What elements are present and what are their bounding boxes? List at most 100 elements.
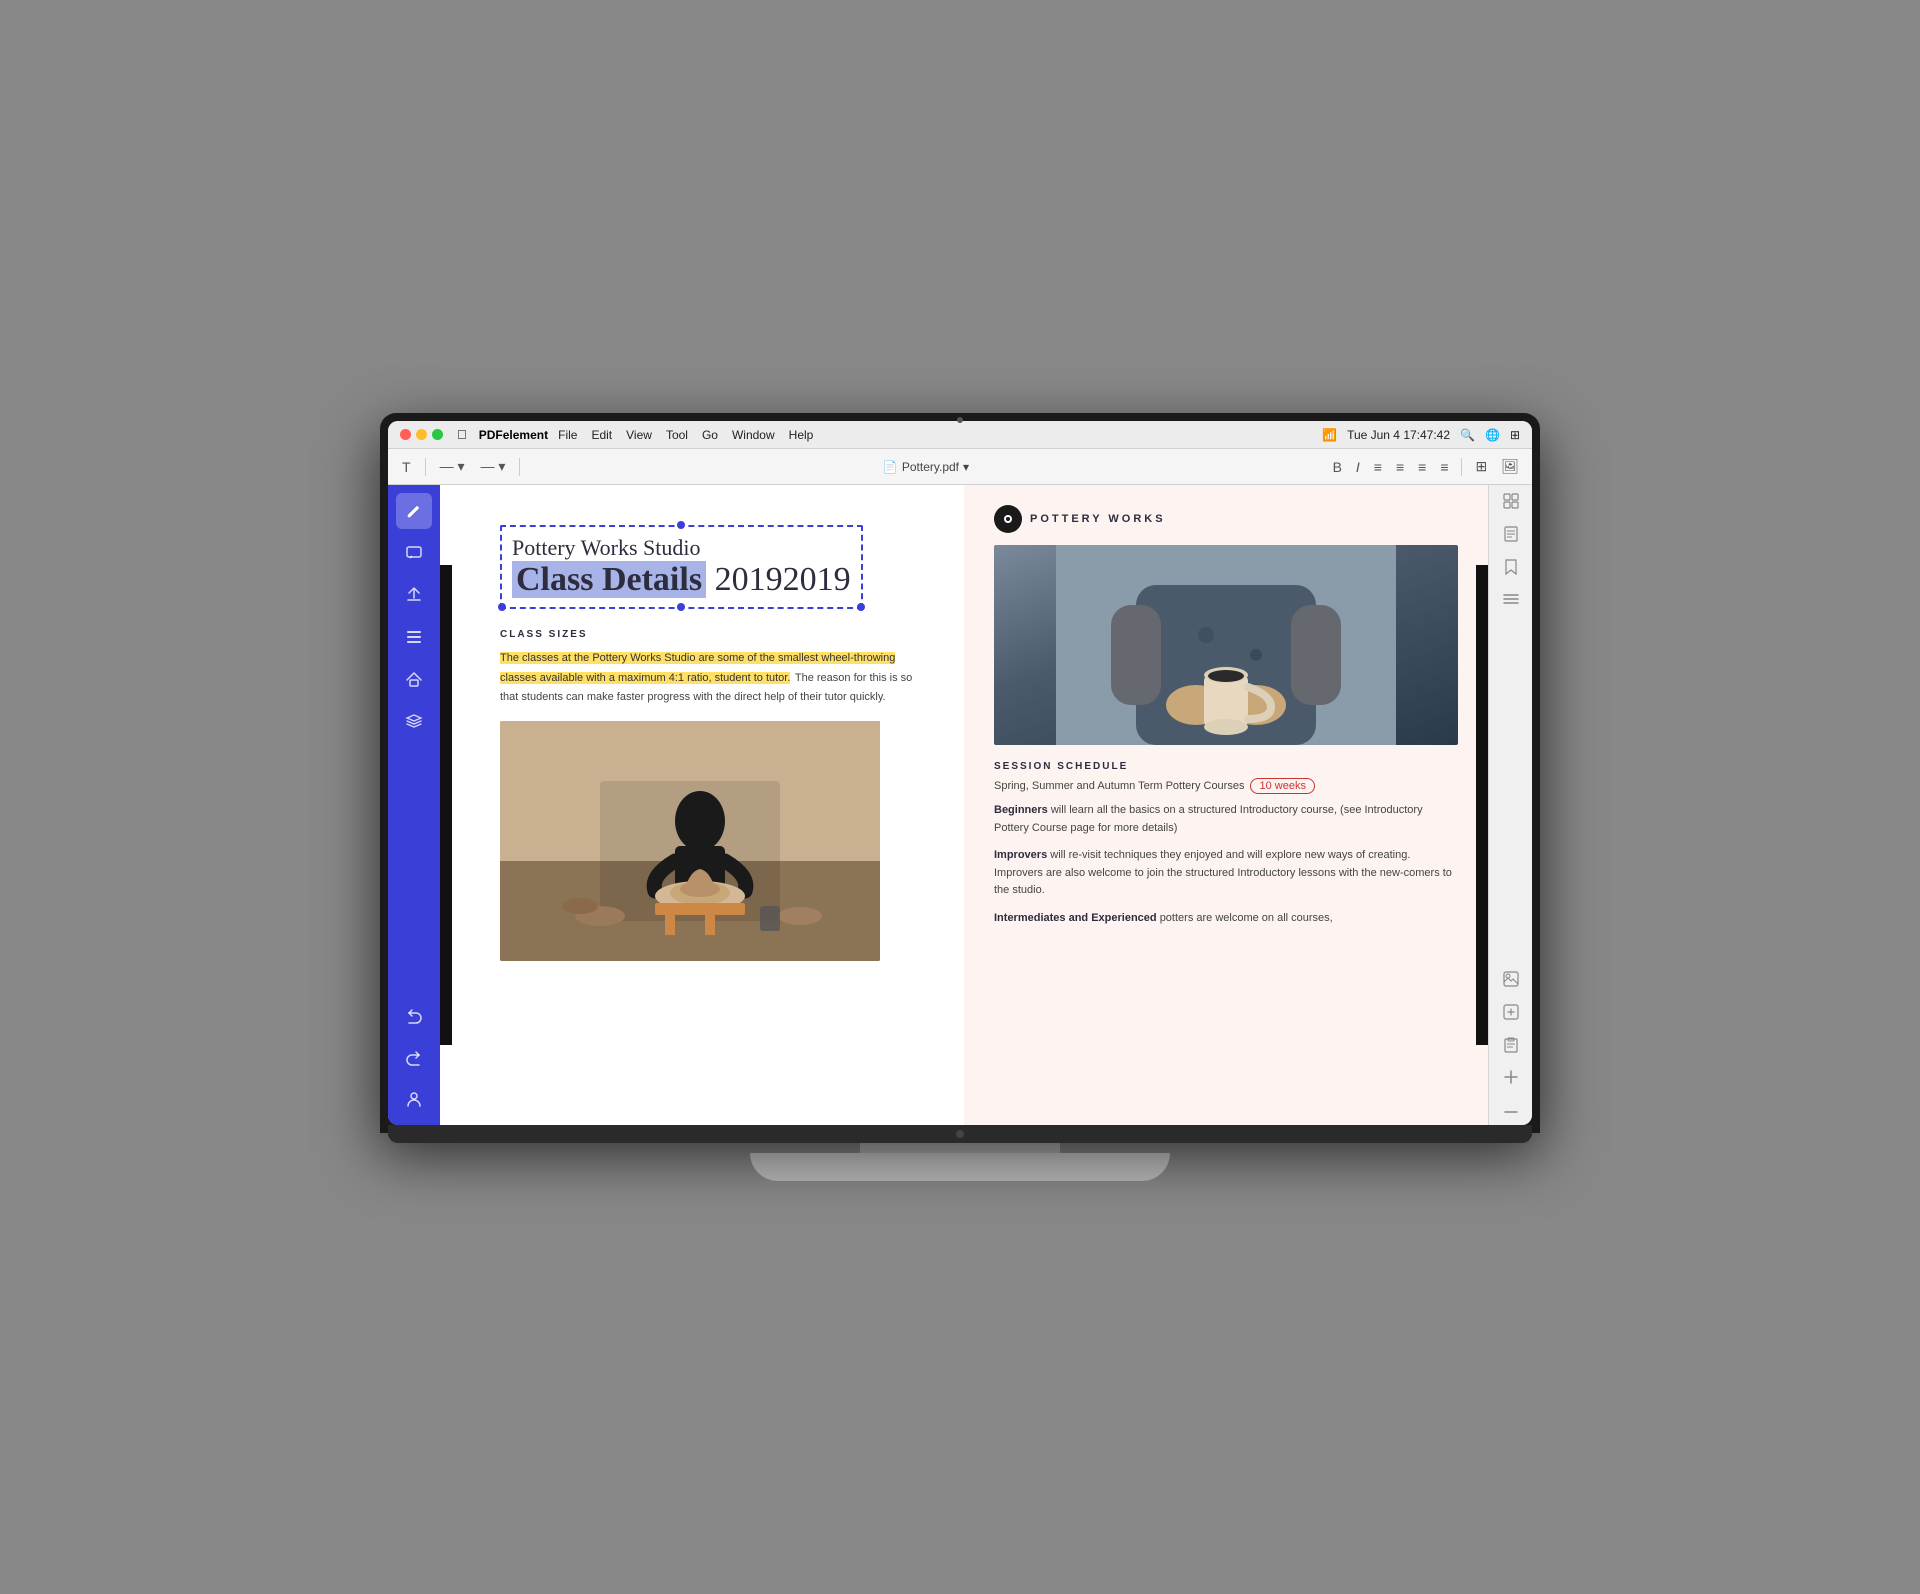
toolbar: T — ▾ — ▾ 📄 Pottery.pdf ▾ B I ≡ ≡ ≡ <box>388 449 1532 485</box>
weeks-badge: 10 weeks <box>1250 778 1314 794</box>
sidebar-item-redo[interactable] <box>396 1039 432 1075</box>
menu-right: 📶 Tue Jun 4 17:47:42 🔍 🌐 ⊞ <box>1322 428 1520 442</box>
chevron-down-icon[interactable]: ▾ <box>963 460 969 474</box>
globe-icon: 🌐 <box>1485 428 1500 442</box>
apple-logo-icon:  <box>457 427 467 442</box>
resize-handle-bl[interactable] <box>498 603 506 611</box>
align-justify-icon[interactable]: ≡ <box>1435 457 1453 477</box>
monitor-camera <box>956 1130 964 1138</box>
clock: Tue Jun 4 17:47:42 <box>1347 428 1450 442</box>
improvers-text: will re-visit techniques they enjoyed an… <box>994 849 1452 896</box>
menu-tool[interactable]: Tool <box>666 428 688 442</box>
session-heading: SESSION SCHEDULE <box>994 761 1458 772</box>
menu-items: File Edit View Tool Go Window Help <box>558 428 813 442</box>
sidebar-item-user[interactable] <box>396 1081 432 1117</box>
align-left-icon[interactable]: ≡ <box>1369 457 1387 477</box>
left-sidebar <box>388 485 440 1125</box>
main-area: Pottery Works Studio Class Details 20192… <box>388 485 1532 1125</box>
right-sidebar <box>1488 485 1532 1125</box>
menu-view[interactable]: View <box>626 428 652 442</box>
pdf-icon: 📄 <box>883 460 898 474</box>
right-sidebar-minus-icon[interactable] <box>1504 1101 1518 1117</box>
sidebar-item-share[interactable] <box>396 577 432 613</box>
right-sidebar-bookmark-icon[interactable] <box>1505 559 1517 578</box>
right-sidebar-grid-icon[interactable] <box>1503 493 1519 512</box>
monitor-chin <box>388 1125 1532 1143</box>
right-image-svg <box>994 545 1458 745</box>
wifi-icon: 📶 <box>1322 428 1337 442</box>
session-line-text: Spring, Summer and Autumn Term Pottery C… <box>994 780 1244 792</box>
image-insert-icon[interactable]: 🖼 <box>1496 456 1524 477</box>
sidebar-item-layers[interactable] <box>396 703 432 739</box>
sidebar-bottom <box>396 997 432 1117</box>
title-line2-container: Class Details 20192019 <box>512 561 851 599</box>
apps-icon: ⊞ <box>1510 428 1520 442</box>
menu-go[interactable]: Go <box>702 428 718 442</box>
sidebar-item-undo[interactable] <box>396 997 432 1033</box>
pdf-filename: Pottery.pdf <box>902 460 959 474</box>
pottery-person-image <box>994 545 1458 745</box>
class-sizes-heading: CLASS SIZES <box>500 629 924 640</box>
page-spine-right <box>1476 565 1488 1045</box>
toolbar-separator-1 <box>425 458 426 476</box>
search-icon[interactable]: 🔍 <box>1460 428 1475 442</box>
toolbar-right: B I ≡ ≡ ≡ ≡ ⊞ 🖼 <box>1328 456 1524 477</box>
toolbar-left: T — ▾ — ▾ <box>396 456 524 477</box>
intermediates-text: potters are welcome on all courses, <box>1160 912 1333 924</box>
close-button[interactable] <box>400 429 411 440</box>
monitor-stand-base <box>750 1153 1170 1181</box>
improvers-label: Improvers <box>994 849 1047 861</box>
align-right-icon[interactable]: ≡ <box>1413 457 1431 477</box>
sidebar-item-home[interactable] <box>396 661 432 697</box>
pottery-logo <box>994 505 1022 533</box>
minimize-button[interactable] <box>416 429 427 440</box>
pdf-page-right: POTTERY WORKS <box>964 485 1488 1125</box>
right-sidebar-clipboard-icon[interactable] <box>1504 1037 1518 1056</box>
table-icon[interactable]: ⊞ <box>1470 456 1492 477</box>
sidebar-item-comment[interactable] <box>396 535 432 571</box>
monitor-inner:  PDFelement File Edit View Tool Go Wind… <box>388 421 1532 1125</box>
maximize-button[interactable] <box>432 429 443 440</box>
monitor-screen:  PDFelement File Edit View Tool Go Wind… <box>380 413 1540 1133</box>
right-sidebar-menu-icon[interactable] <box>1503 592 1519 608</box>
italic-icon[interactable]: I <box>1351 457 1365 477</box>
menu-file[interactable]: File <box>558 428 577 442</box>
sidebar-item-edit[interactable] <box>396 493 432 529</box>
text-tool-button[interactable]: T <box>396 457 417 477</box>
session-schedule-section: SESSION SCHEDULE Spring, Summer and Autu… <box>994 761 1458 928</box>
right-sidebar-image-replace-icon[interactable] <box>1503 971 1519 990</box>
bold-icon[interactable]: B <box>1328 457 1347 477</box>
intermediates-label: Intermediates and Experienced <box>994 912 1157 924</box>
session-line: Spring, Summer and Autumn Term Pottery C… <box>994 778 1458 794</box>
title-line1: Pottery Works Studio <box>512 535 851 561</box>
align-center-icon[interactable]: ≡ <box>1391 457 1409 477</box>
toolbar-separator-2 <box>519 458 520 476</box>
pottery-wheel-svg <box>500 721 880 961</box>
title-highlighted: Class Details <box>512 561 706 598</box>
right-sidebar-add-icon[interactable] <box>1504 1070 1518 1087</box>
resize-handle-bc[interactable] <box>677 603 685 611</box>
page-spine-left <box>440 565 452 1045</box>
menu-help[interactable]: Help <box>789 428 814 442</box>
font-size-selector[interactable]: — ▾ <box>474 456 511 477</box>
font-selector[interactable]: — ▾ <box>434 456 471 477</box>
pdf-document: Pottery Works Studio Class Details 20192… <box>440 485 1488 1125</box>
sidebar-item-list[interactable] <box>396 619 432 655</box>
menu-edit[interactable]: Edit <box>591 428 612 442</box>
class-sizes-text: The classes at the Pottery Works Studio … <box>500 648 924 707</box>
right-sidebar-bottom <box>1503 971 1519 1117</box>
menu-window[interactable]: Window <box>732 428 775 442</box>
right-sidebar-export-icon[interactable] <box>1503 1004 1519 1023</box>
intermediates-block: Intermediates and Experienced potters ar… <box>994 910 1458 928</box>
beginners-label: Beginners <box>994 804 1048 816</box>
pottery-wheel-image <box>500 721 880 961</box>
title-year: 2019 <box>715 561 783 598</box>
pottery-brand-name: POTTERY WORKS <box>1030 513 1166 525</box>
toolbar-separator-3 <box>1461 458 1462 476</box>
beginners-block: Beginners will learn all the basics on a… <box>994 802 1458 837</box>
beginners-text: will learn all the basics on a structure… <box>994 804 1423 834</box>
resize-handle-br[interactable] <box>857 603 865 611</box>
right-sidebar-page-icon[interactable] <box>1504 526 1518 545</box>
title-textbox[interactable]: Pottery Works Studio Class Details 20192… <box>500 525 863 609</box>
app-name: PDFelement <box>479 428 548 442</box>
